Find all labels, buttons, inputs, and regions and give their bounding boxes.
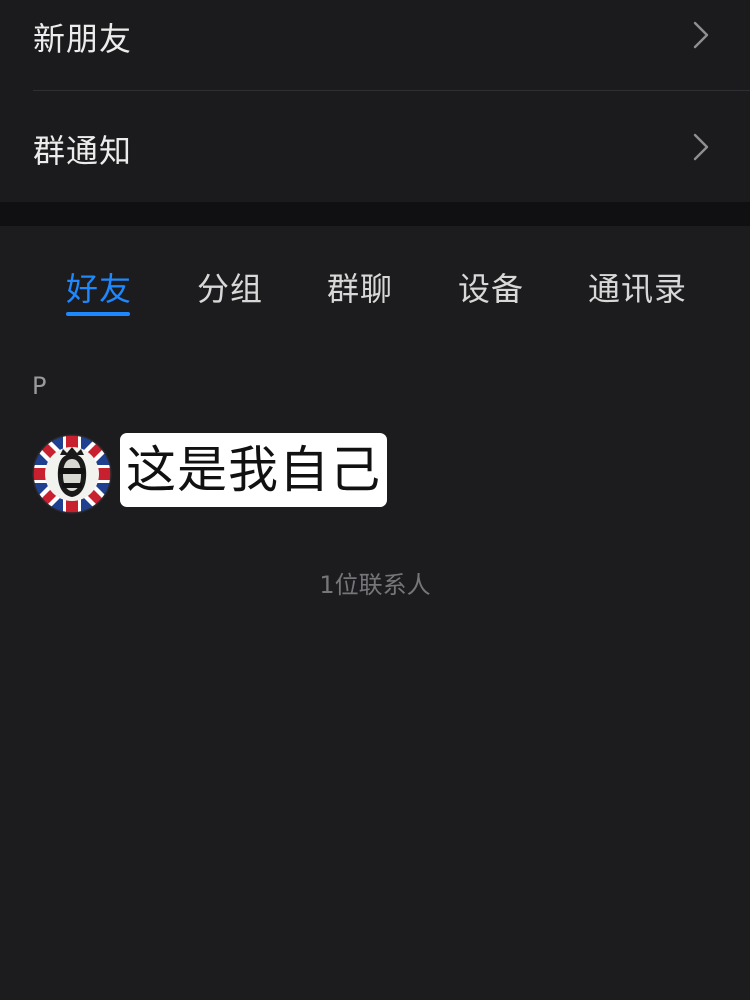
section-index-letter: P	[32, 372, 47, 400]
new-friends-row[interactable]: 新朋友	[0, 0, 750, 72]
caption-text: 这是我自己	[126, 441, 381, 499]
active-tab-indicator	[66, 312, 130, 316]
group-notice-label: 群通知	[33, 132, 133, 170]
caption-overlay: 这是我自己	[120, 433, 387, 507]
group-notice-row[interactable]: 群通知	[0, 100, 750, 196]
punk-queen-badge-icon[interactable]	[32, 434, 112, 514]
section-separator	[0, 202, 750, 226]
contact-tabs: 好友 分组 群聊 设备 通讯录	[0, 226, 750, 326]
tab-devices[interactable]: 设备	[458, 264, 524, 310]
tab-friends[interactable]: 好友	[66, 264, 132, 310]
contact-list-item[interactable]: 这是我自己	[0, 428, 750, 520]
tab-groups[interactable]: 分组	[197, 264, 263, 310]
tab-address-book[interactable]: 通讯录	[588, 264, 687, 310]
menu-divider	[33, 90, 750, 91]
new-friends-label: 新朋友	[33, 20, 133, 58]
chevron-right-icon	[693, 21, 709, 49]
contact-count: 1位联系人	[319, 571, 431, 599]
chevron-right-icon	[693, 133, 709, 161]
tab-group-chats[interactable]: 群聊	[327, 264, 393, 310]
